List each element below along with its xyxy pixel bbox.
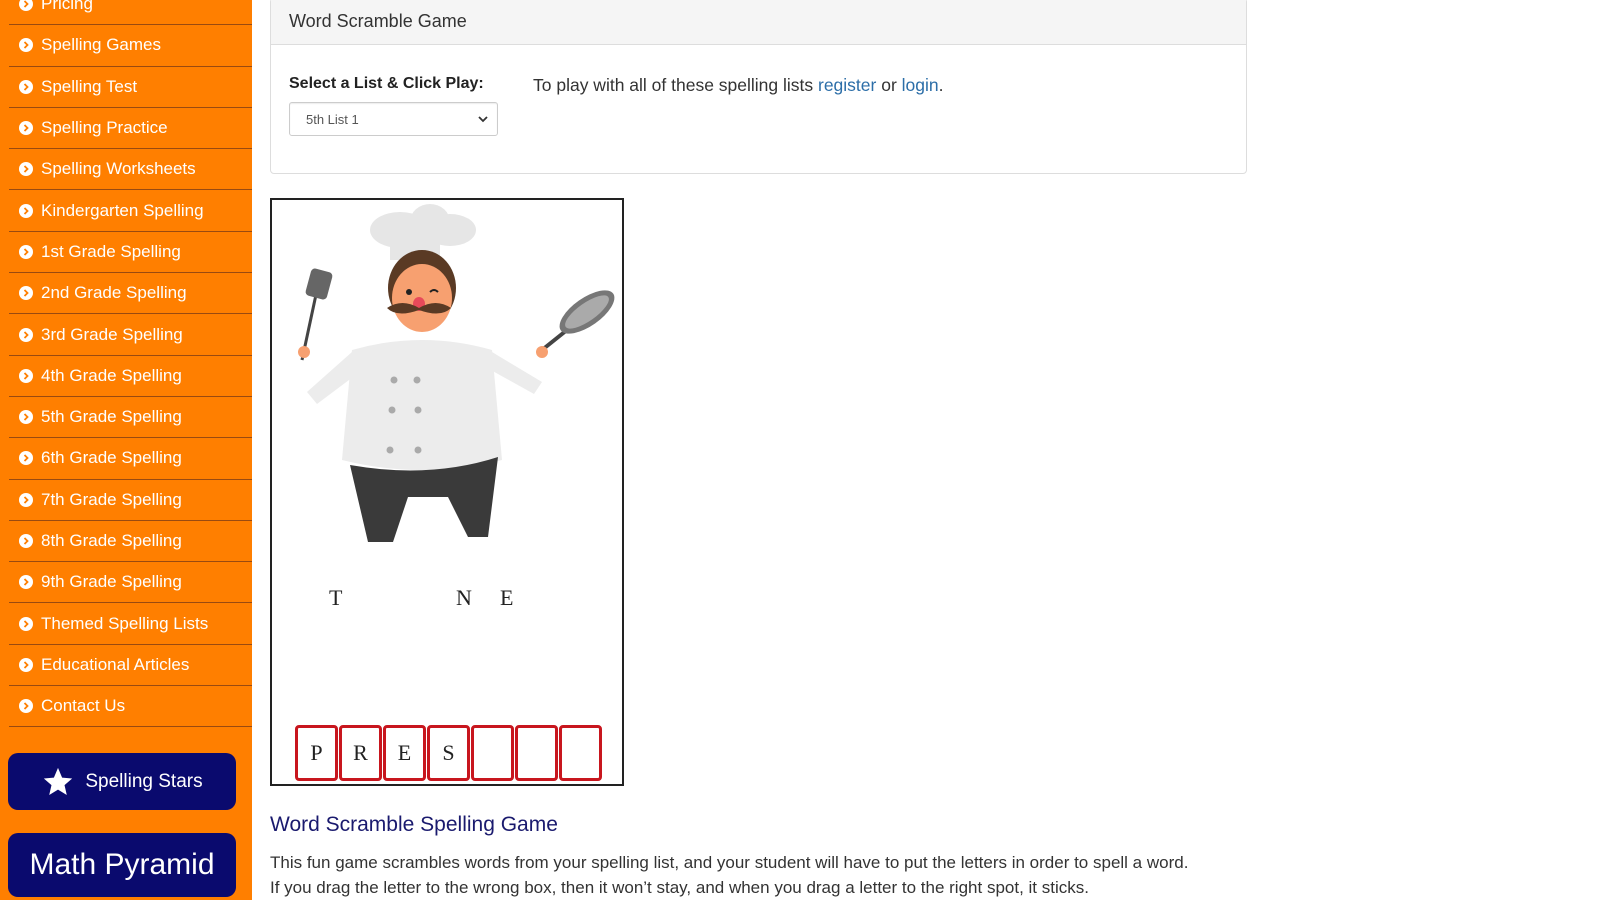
scrambled-letter[interactable]: T bbox=[329, 585, 342, 611]
chevron-circle-right-icon bbox=[19, 575, 33, 590]
math-pyramid-label: Math Pyramid bbox=[29, 848, 215, 881]
sidebar-item-6th-grade-spelling[interactable]: 6th Grade Spelling bbox=[9, 438, 252, 480]
sidebar-item-kindergarten-spelling[interactable]: Kindergarten Spelling bbox=[9, 190, 252, 232]
letter-slot[interactable]: R bbox=[339, 725, 382, 781]
sidebar-item-label: Educational Articles bbox=[41, 654, 190, 674]
chevron-circle-right-icon bbox=[19, 492, 33, 507]
sidebar-item-contact-us[interactable]: Contact Us bbox=[9, 686, 252, 728]
sidebar-item-label: 6th Grade Spelling bbox=[41, 448, 182, 468]
sidebar-item-1st-grade-spelling[interactable]: 1st Grade Spelling bbox=[9, 232, 252, 274]
sidebar-item-educational-articles[interactable]: Educational Articles bbox=[9, 645, 252, 687]
letter-slot[interactable] bbox=[559, 725, 602, 781]
list-select-value: 5th List 1 bbox=[306, 111, 359, 127]
sidebar-item-spelling-worksheets[interactable]: Spelling Worksheets bbox=[9, 149, 252, 191]
letter-slot[interactable]: P bbox=[295, 725, 338, 781]
register-message: To play with all of these spelling lists… bbox=[533, 75, 944, 96]
chevron-circle-right-icon bbox=[19, 699, 33, 714]
sidebar-item-2nd-grade-spelling[interactable]: 2nd Grade Spelling bbox=[9, 273, 252, 315]
chevron-circle-right-icon bbox=[19, 616, 33, 631]
sidebar-item-spelling-test[interactable]: Spelling Test bbox=[9, 67, 252, 108]
sidebar-item-4th-grade-spelling[interactable]: 4th Grade Spelling bbox=[9, 356, 252, 397]
sidebar-item-label: Kindergarten Spelling bbox=[41, 200, 204, 220]
description-title: Word Scramble Spelling Game bbox=[270, 813, 558, 836]
chevron-circle-right-icon bbox=[19, 410, 33, 425]
chef-illustration bbox=[298, 204, 615, 542]
sidebar-item-8th-grade-spelling[interactable]: 8th Grade Spelling bbox=[9, 521, 252, 563]
sidebar-item-label: 1st Grade Spelling bbox=[41, 241, 181, 261]
sidebar-item-5th-grade-spelling[interactable]: 5th Grade Spelling bbox=[9, 397, 252, 439]
sidebar-item-themed-spelling-lists[interactable]: Themed Spelling Lists bbox=[9, 603, 252, 645]
sidebar-item-pricing[interactable]: Pricing bbox=[9, 0, 252, 26]
list-select[interactable]: 5th List 1 bbox=[289, 102, 498, 136]
sidebar-item-label: 3rd Grade Spelling bbox=[41, 324, 183, 344]
description-text: This fun game scrambles words from your … bbox=[270, 850, 1270, 900]
sidebar-item-9th-grade-spelling[interactable]: 9th Grade Spelling bbox=[9, 562, 252, 604]
sidebar-item-label: 7th Grade Spelling bbox=[41, 489, 182, 509]
sidebar-item-label: Spelling Worksheets bbox=[41, 159, 196, 179]
description-line-1: This fun game scrambles words from your … bbox=[270, 853, 1189, 872]
suffix-text: . bbox=[938, 75, 944, 95]
sidebar-item-label: Contact Us bbox=[41, 696, 126, 716]
chevron-circle-right-icon bbox=[19, 0, 33, 12]
sidebar: Pricing Spelling Games Spelling Test Spelli… bbox=[0, 0, 252, 900]
chevron-circle-right-icon bbox=[19, 451, 33, 466]
sidebar-item-label: 8th Grade Spelling bbox=[41, 531, 182, 550]
or-text: or bbox=[876, 75, 902, 95]
spelling-stars-button[interactable]: Spelling Stars bbox=[8, 753, 236, 810]
sidebar-item-label: Spelling Practice bbox=[41, 118, 168, 138]
select-list-label: Select a List & Click Play: bbox=[289, 75, 484, 92]
sidebar-item-label: 5th Grade Spelling bbox=[41, 407, 182, 427]
letter-slot[interactable]: E bbox=[383, 725, 426, 781]
math-pyramid-button[interactable]: Math Pyramid bbox=[8, 833, 236, 897]
chevron-circle-right-icon bbox=[19, 121, 33, 136]
game-frame: T N E P R E S bbox=[270, 198, 624, 786]
chevron-circle-right-icon bbox=[19, 286, 33, 301]
sidebar-item-label: Spelling Test bbox=[41, 76, 138, 96]
spelling-stars-label: Spelling Stars bbox=[85, 770, 203, 792]
sidebar-item-7th-grade-spelling[interactable]: 7th Grade Spelling bbox=[9, 480, 252, 521]
chevron-circle-right-icon bbox=[19, 368, 33, 383]
chevron-circle-right-icon bbox=[19, 203, 33, 218]
sidebar-item-label: 9th Grade Spelling bbox=[41, 572, 182, 592]
description-line-2: If you drag the letter to the wrong box,… bbox=[270, 878, 1089, 897]
chevron-circle-right-icon bbox=[19, 534, 33, 548]
sidebar-nav: Pricing Spelling Games Spelling Test Spelli… bbox=[9, 0, 252, 728]
sidebar-item-3rd-grade-spelling[interactable]: 3rd Grade Spelling bbox=[9, 314, 252, 356]
login-link[interactable]: login bbox=[902, 75, 939, 95]
chevron-circle-right-icon bbox=[19, 327, 33, 342]
word-scramble-panel: Word Scramble Game Select a List & Click… bbox=[270, 0, 1247, 174]
sidebar-item-label: Pricing bbox=[41, 0, 93, 14]
scrambled-letter[interactable]: E bbox=[500, 585, 513, 611]
sidebar-item-label: Themed Spelling Lists bbox=[41, 613, 209, 633]
sidebar-item-label: 2nd Grade Spelling bbox=[41, 283, 187, 303]
panel-title: Word Scramble Game bbox=[271, 0, 1246, 45]
chevron-circle-right-icon bbox=[19, 657, 33, 672]
letter-slot[interactable] bbox=[515, 725, 558, 781]
sidebar-item-label: Spelling Games bbox=[41, 35, 162, 55]
answer-slots: P R E S bbox=[295, 725, 602, 781]
sidebar-item-spelling-games[interactable]: Spelling Games bbox=[9, 25, 252, 67]
sidebar-item-label: 4th Grade Spelling bbox=[41, 365, 182, 385]
register-link[interactable]: register bbox=[818, 75, 876, 95]
letter-slot[interactable]: S bbox=[427, 725, 470, 781]
chevron-circle-right-icon bbox=[19, 38, 33, 53]
chevron-circle-right-icon bbox=[19, 162, 33, 177]
sidebar-item-spelling-practice[interactable]: Spelling Practice bbox=[9, 108, 252, 150]
letter-slot[interactable] bbox=[471, 725, 514, 781]
chevron-circle-right-icon bbox=[19, 244, 33, 259]
chevron-down-icon bbox=[478, 116, 488, 123]
star-icon bbox=[44, 767, 73, 795]
chevron-circle-right-icon bbox=[19, 79, 33, 94]
register-prefix: To play with all of these spelling lists bbox=[533, 75, 818, 95]
scrambled-letter[interactable]: N bbox=[456, 585, 472, 611]
